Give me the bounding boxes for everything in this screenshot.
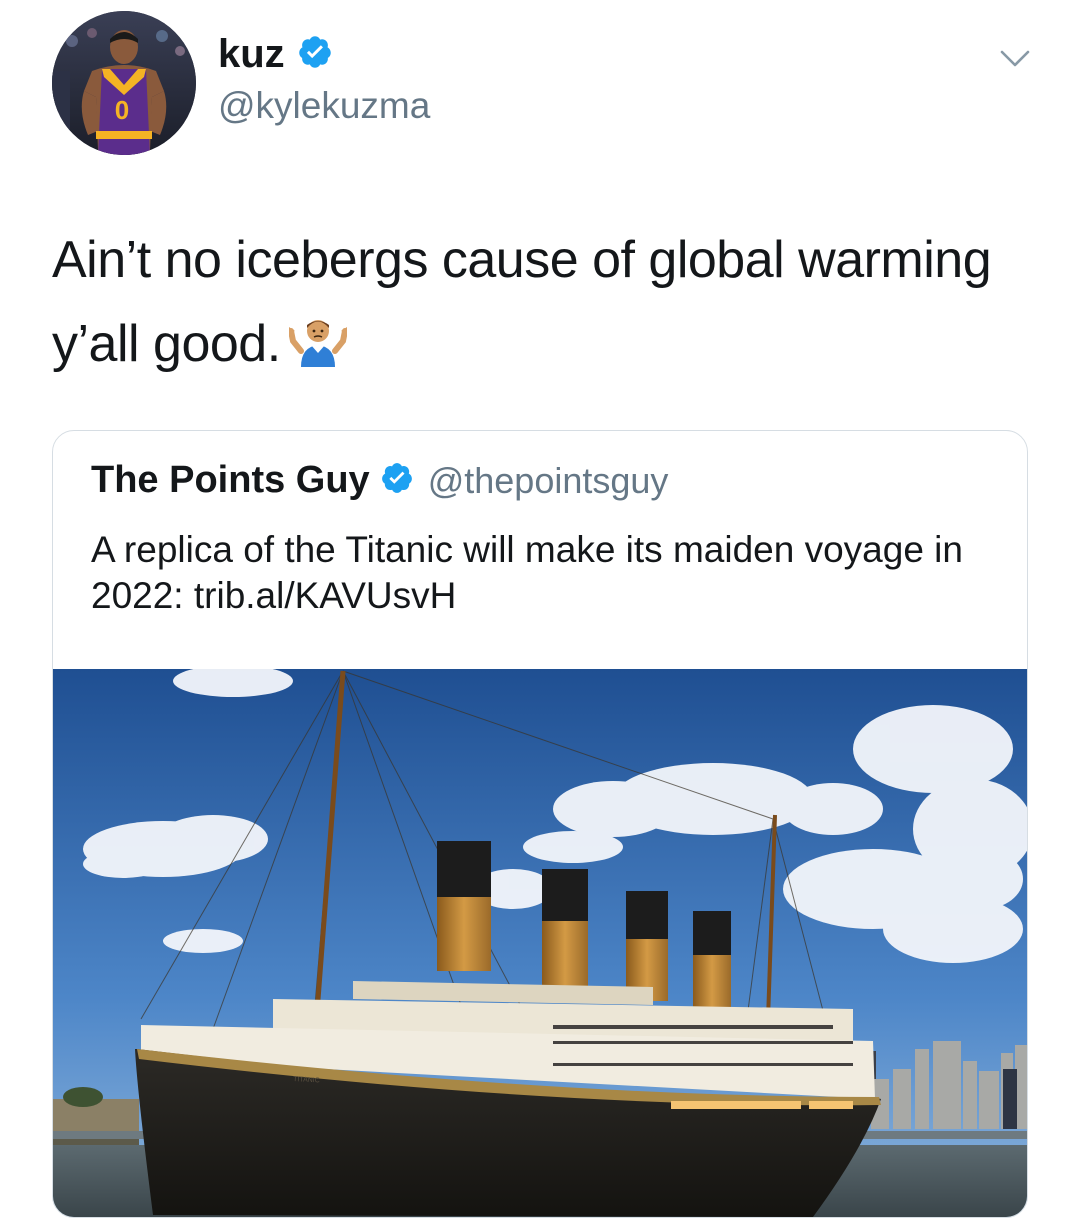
svg-text:TITANIC: TITANIC — [293, 1076, 320, 1084]
titanic-replica-image: TITANIC — [53, 665, 1027, 1217]
author-name-row: kuz — [218, 30, 333, 78]
quoted-author-handle[interactable]: @thepointsguy — [428, 460, 669, 502]
verified-badge-icon — [380, 461, 414, 500]
svg-text:0: 0 — [115, 95, 129, 125]
quoted-tweet-image[interactable]: TITANIC — [53, 665, 1027, 1217]
quoted-tweet-text: A replica of the Titanic will make its m… — [91, 529, 963, 616]
quoted-author-name[interactable]: The Points Guy — [91, 459, 370, 502]
tweet: 0 kuz @kylekuzma Ain’t no icebergs cause… — [0, 0, 1080, 1220]
avatar-image: 0 — [52, 11, 196, 155]
quoted-tweet-card[interactable]: The Points Guy @thepointsguy A replica o… — [52, 430, 1028, 1218]
tweet-text-content: Ain’t no icebergs cause of global warmin… — [52, 231, 992, 373]
quoted-tweet-header: The Points Guy @thepointsguy — [91, 459, 668, 502]
author-display-name[interactable]: kuz — [218, 30, 285, 78]
avatar[interactable]: 0 — [52, 11, 196, 155]
verified-badge-icon — [297, 34, 333, 75]
shrug-emoji-icon — [287, 310, 348, 394]
tweet-text: Ain’t no icebergs cause of global warmin… — [52, 218, 1012, 394]
author-handle[interactable]: @kylekuzma — [218, 84, 430, 128]
chevron-down-icon[interactable] — [1000, 48, 1030, 70]
